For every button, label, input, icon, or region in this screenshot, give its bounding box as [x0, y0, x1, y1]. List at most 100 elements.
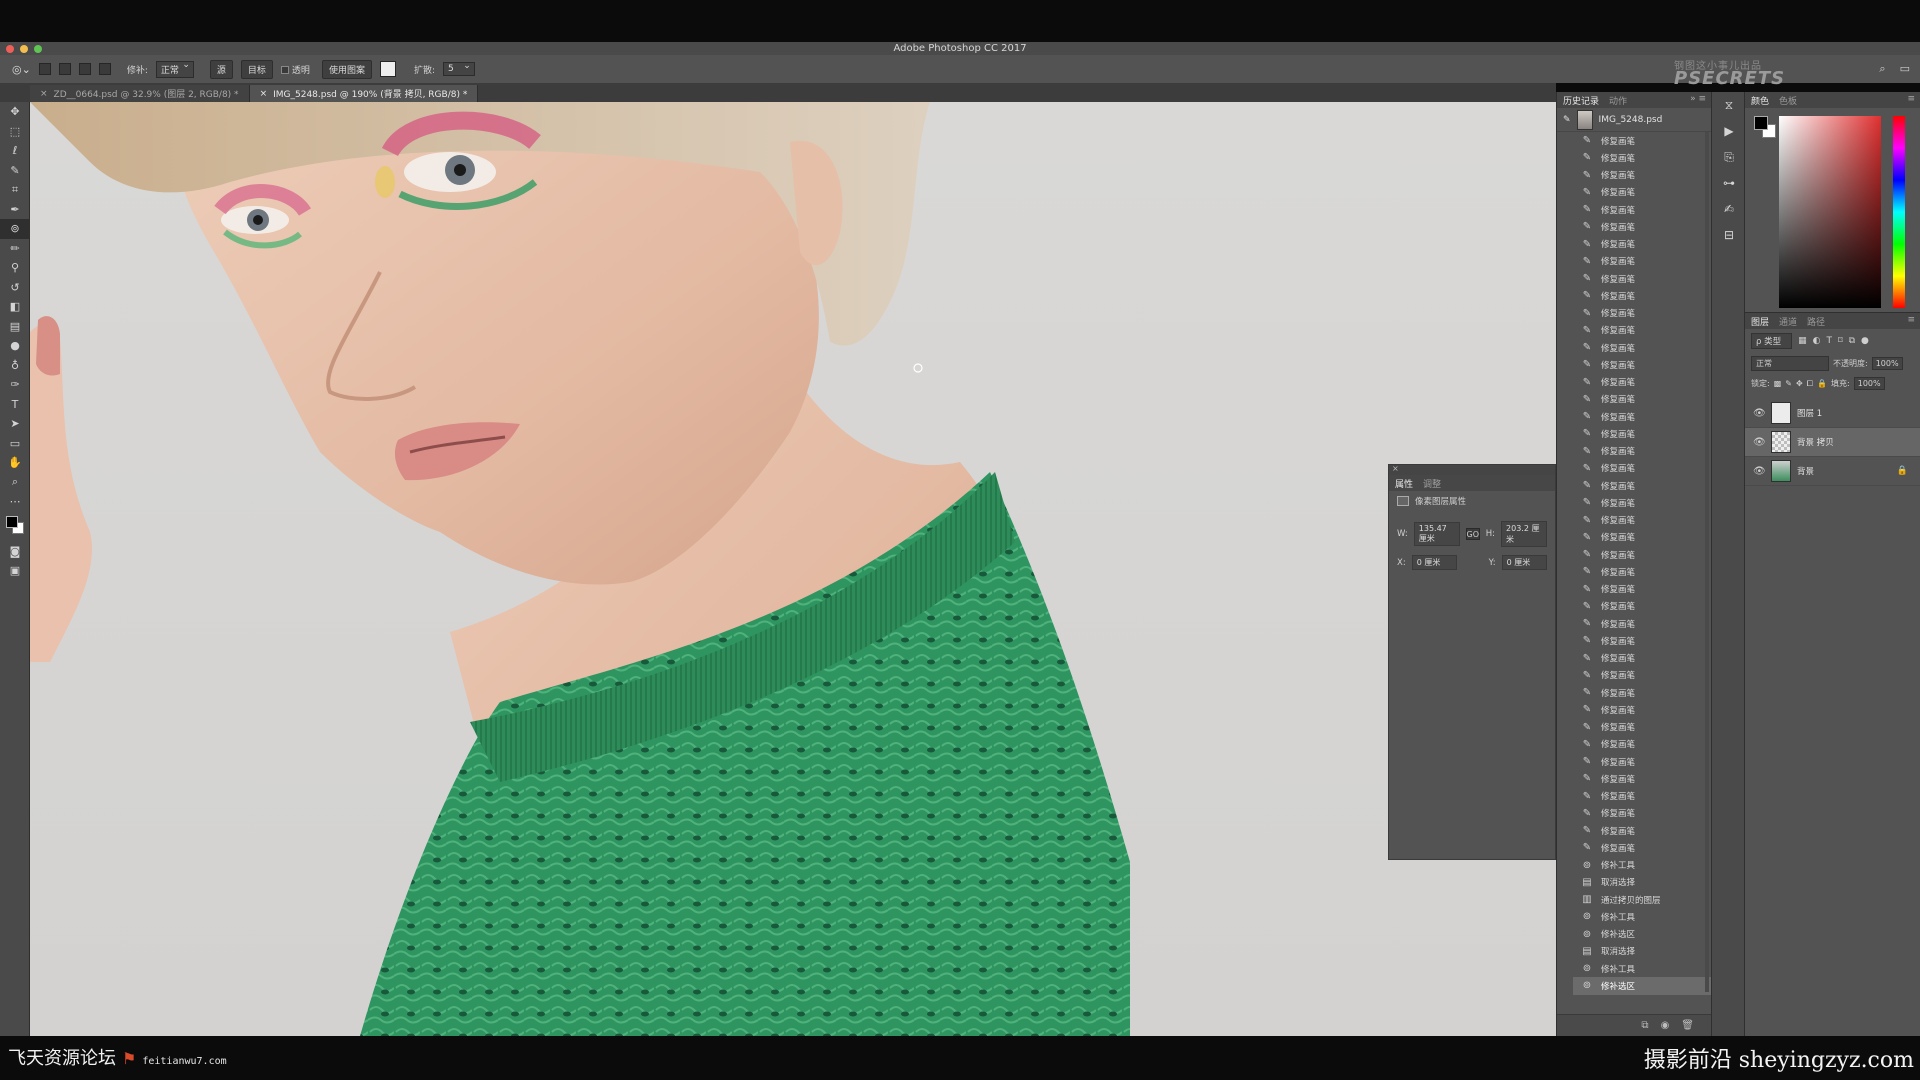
history-item[interactable]: ✎ 修复画笔: [1573, 753, 1711, 770]
pen-tool-icon[interactable]: ✑: [0, 375, 30, 395]
new-snapshot-icon[interactable]: ◉: [1661, 1020, 1670, 1031]
history-snapshot[interactable]: ✎ IMG_5248.psd: [1557, 108, 1711, 132]
close-tab-icon[interactable]: ×: [40, 89, 48, 99]
history-item[interactable]: ✎ 修复画笔: [1573, 770, 1711, 787]
visibility-eye-icon[interactable]: 👁: [1753, 466, 1766, 477]
dodge-tool-icon[interactable]: ♁: [0, 356, 30, 376]
clone-stamp-tool-icon[interactable]: ⚲: [0, 258, 30, 278]
workspace-icon[interactable]: ▭: [1900, 62, 1910, 76]
history-item[interactable]: ✎ 修复画笔: [1573, 701, 1711, 718]
layer-row[interactable]: 👁 背景 🔒: [1745, 457, 1920, 486]
link-icon[interactable]: GO: [1465, 528, 1480, 540]
zoom-tool-icon[interactable]: ⌕: [0, 473, 30, 493]
opacity-field[interactable]: 100%: [1871, 357, 1903, 370]
document-canvas[interactable]: [30, 102, 1556, 1036]
history-item[interactable]: ✎ 修复画笔: [1573, 305, 1711, 322]
source-button[interactable]: 源: [209, 59, 233, 79]
layer-filter-select[interactable]: ρ 类型: [1751, 333, 1793, 349]
history-item[interactable]: ✎ 修复画笔: [1573, 218, 1711, 235]
height-field[interactable]: 203.2 厘米: [1501, 521, 1547, 547]
screen-mode-icon[interactable]: ▣: [0, 561, 30, 581]
lock-position-icon[interactable]: ✥: [1796, 379, 1803, 388]
fill-field[interactable]: 100%: [1853, 377, 1885, 390]
history-scrollbar[interactable]: [1705, 132, 1709, 992]
hue-slider[interactable]: [1893, 116, 1905, 308]
history-item[interactable]: ▤ 取消选择: [1573, 943, 1711, 960]
quick-selection-tool-icon[interactable]: ✎: [0, 161, 30, 181]
rectangle-tool-icon[interactable]: ▭: [0, 434, 30, 454]
new-selection-mode-icon[interactable]: [38, 63, 51, 75]
tab-adjustments[interactable]: 调整: [1423, 477, 1441, 490]
history-item[interactable]: ▥ 通过拷贝的图层: [1573, 891, 1711, 908]
history-item[interactable]: ✎ 修复画笔: [1573, 425, 1711, 442]
layer-name[interactable]: 背景 拷贝: [1797, 436, 1834, 448]
tab-paths[interactable]: 路径: [1807, 315, 1825, 328]
history-item[interactable]: ✎ 修复画笔: [1573, 132, 1711, 149]
history-item[interactable]: ✎ 修复画笔: [1573, 667, 1711, 684]
lasso-tool-icon[interactable]: ℓ: [0, 141, 30, 161]
add-selection-mode-icon[interactable]: [58, 63, 71, 75]
lock-transparent-icon[interactable]: ▩: [1774, 379, 1782, 388]
blur-tool-icon[interactable]: ●: [0, 336, 30, 356]
history-item[interactable]: ✎ 修复画笔: [1573, 563, 1711, 580]
transparent-checkbox[interactable]: 透明: [280, 63, 310, 76]
layer-row[interactable]: 👁 背景 拷贝: [1745, 428, 1920, 457]
history-item[interactable]: ✎ 修复画笔: [1573, 477, 1711, 494]
history-item[interactable]: ✎ 修复画笔: [1573, 339, 1711, 356]
history-item[interactable]: ✎ 修复画笔: [1573, 581, 1711, 598]
search-icon[interactable]: ⌕: [1879, 62, 1885, 76]
subtract-selection-mode-icon[interactable]: [78, 63, 91, 75]
history-item[interactable]: ⊚ 修补选区: [1573, 977, 1711, 995]
tab-actions[interactable]: 动作: [1609, 94, 1627, 107]
properties-panel-icon[interactable]: ⊟: [1712, 222, 1746, 248]
close-tab-icon[interactable]: ×: [260, 89, 268, 99]
tab-color[interactable]: 颜色: [1751, 94, 1769, 107]
quick-mask-icon[interactable]: ◙: [0, 542, 30, 562]
history-item[interactable]: ✎ 修复画笔: [1573, 736, 1711, 753]
panel-menu-icon[interactable]: ≡: [1907, 94, 1915, 104]
hand-tool-icon[interactable]: ✋: [0, 453, 30, 473]
history-item[interactable]: ✎ 修复画笔: [1573, 512, 1711, 529]
diffusion-select[interactable]: 5: [443, 61, 475, 76]
snapshot-source-icon[interactable]: ✎: [1563, 115, 1571, 125]
history-item[interactable]: ⊚ 修补工具: [1573, 857, 1711, 874]
crop-tool-icon[interactable]: ⌗: [0, 180, 30, 200]
eraser-tool-icon[interactable]: ◧: [0, 297, 30, 317]
history-item[interactable]: ✎ 修复画笔: [1573, 546, 1711, 563]
history-item[interactable]: ✎ 修复画笔: [1573, 322, 1711, 339]
patch-tool-preset-icon[interactable]: ◎⌄: [12, 63, 31, 76]
layer-name[interactable]: 图层 1: [1797, 407, 1822, 419]
destination-button[interactable]: 目标: [240, 59, 273, 79]
transparent-checkbox-box[interactable]: [280, 66, 289, 74]
history-item[interactable]: ✎ 修复画笔: [1573, 408, 1711, 425]
blend-mode-select[interactable]: 正常: [1751, 356, 1829, 371]
close-panel-icon[interactable]: ×: [1392, 464, 1399, 473]
history-item[interactable]: ✎ 修复画笔: [1573, 494, 1711, 511]
history-item[interactable]: ✎ 修复画笔: [1573, 167, 1711, 184]
history-item[interactable]: ✎ 修复画笔: [1573, 149, 1711, 166]
history-item[interactable]: ✎ 修复画笔: [1573, 374, 1711, 391]
clone-source-icon[interactable]: ⎘: [1712, 144, 1746, 170]
patch-mode-select[interactable]: 正常: [155, 60, 194, 78]
document-tab-2[interactable]: × IMG_5248.psd @ 190% (背景 拷贝, RGB/8) *: [249, 85, 479, 102]
gradient-tool-icon[interactable]: ▤: [0, 317, 30, 337]
intersect-selection-mode-icon[interactable]: [98, 63, 111, 75]
tab-history[interactable]: 历史记录: [1563, 94, 1599, 107]
history-item[interactable]: ✎ 修复画笔: [1573, 201, 1711, 218]
eyedropper-tool-icon[interactable]: ✒: [0, 200, 30, 220]
lock-artboard-icon[interactable]: ⧠: [1807, 379, 1813, 389]
path-selection-tool-icon[interactable]: ➤: [0, 414, 30, 434]
history-item[interactable]: ▤ 取消选择: [1573, 874, 1711, 891]
filter-type-icon[interactable]: T: [1826, 336, 1832, 346]
more-tools-icon[interactable]: ⋯: [0, 492, 30, 512]
adjustments-panel-icon[interactable]: ⊶: [1712, 170, 1746, 196]
foreground-background-colors[interactable]: [0, 512, 30, 542]
history-panel-icon[interactable]: ⧖: [1712, 92, 1746, 118]
y-field[interactable]: 0 厘米: [1501, 555, 1547, 570]
panel-menu-icon[interactable]: » ≡: [1690, 94, 1706, 104]
history-item[interactable]: ✎ 修复画笔: [1573, 598, 1711, 615]
history-item[interactable]: ✎ 修复画笔: [1573, 184, 1711, 201]
history-item[interactable]: ✎ 修复画笔: [1573, 788, 1711, 805]
color-panel-swatches[interactable]: [1754, 116, 1780, 142]
history-item[interactable]: ✎ 修复画笔: [1573, 822, 1711, 839]
